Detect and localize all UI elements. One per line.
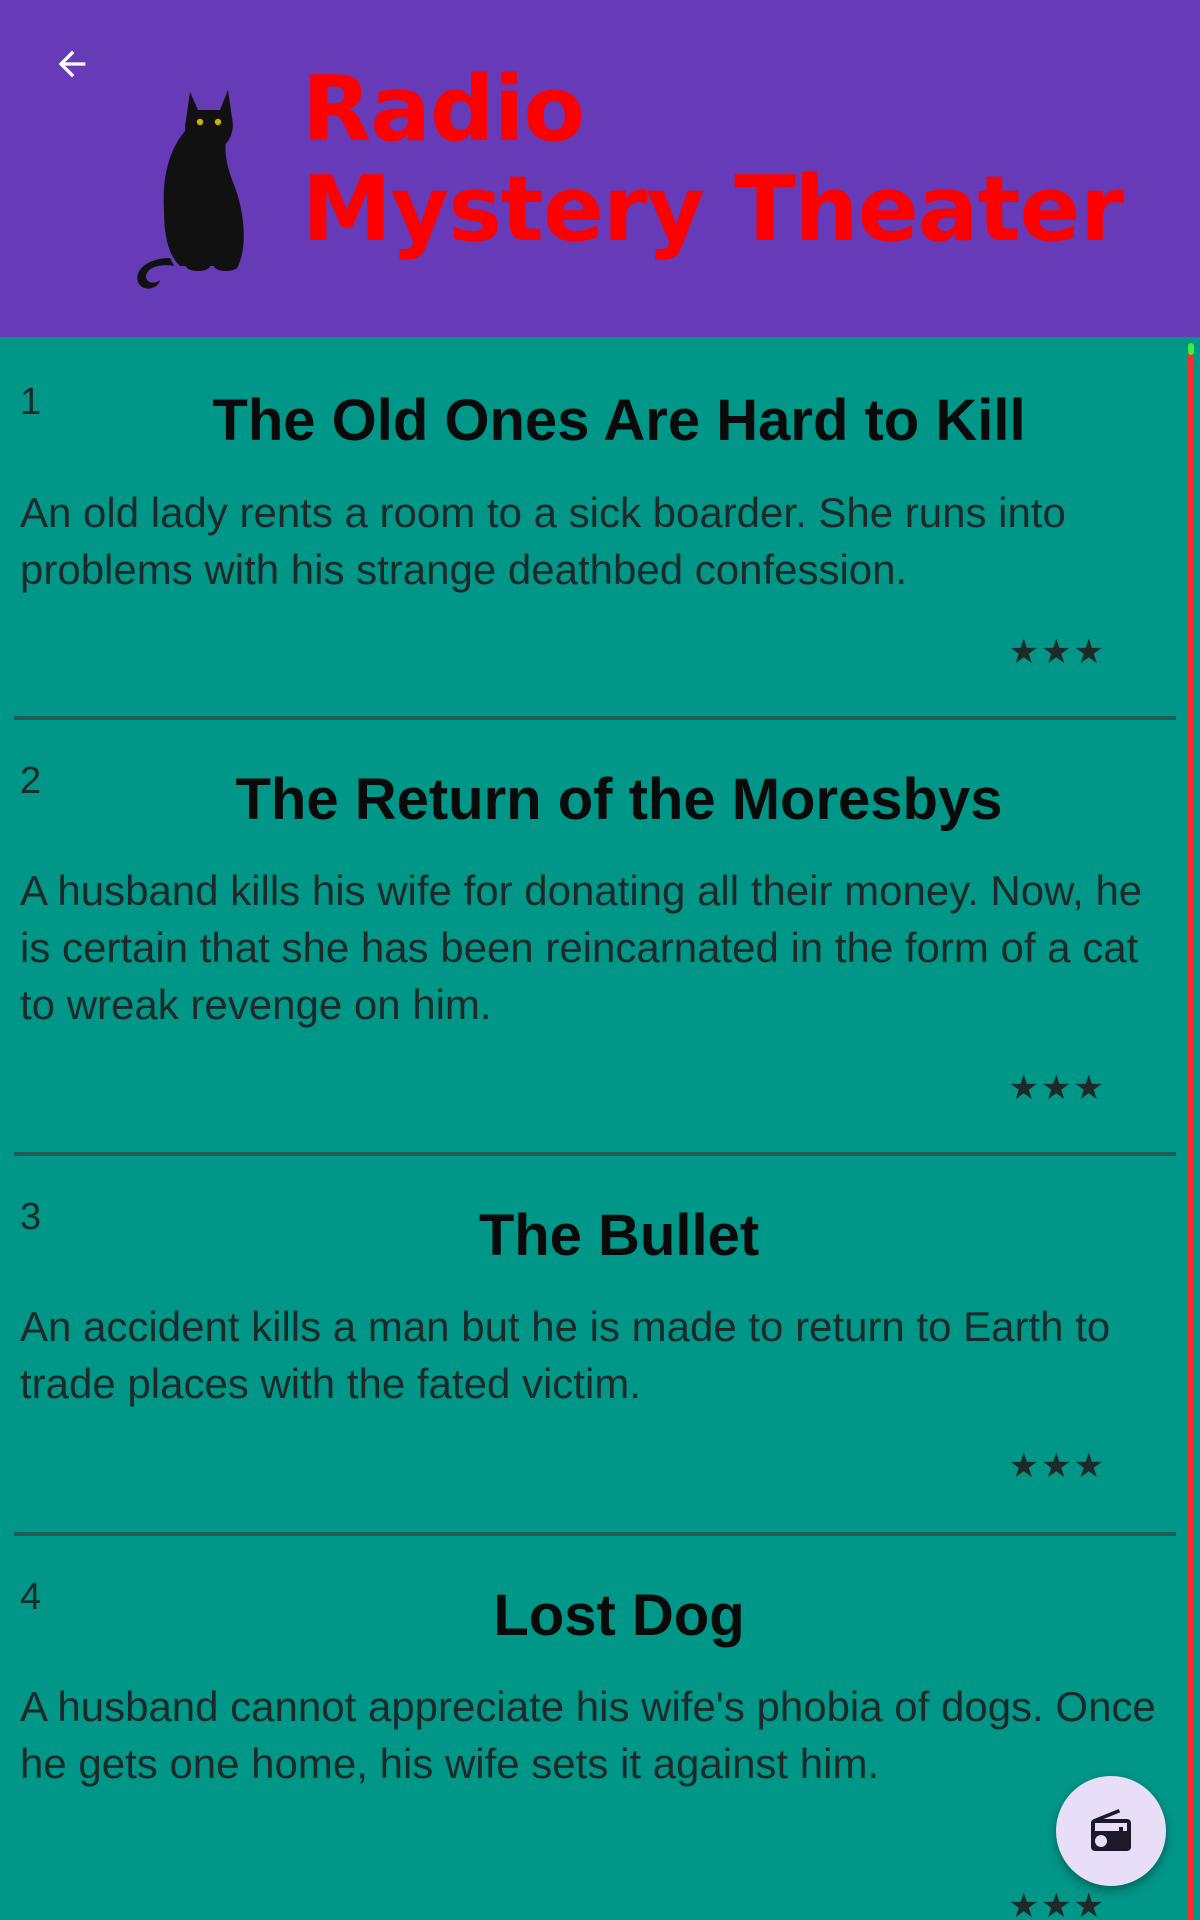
episode-title: The Bullet [478,1203,760,1268]
episode-list-screen: Radio Mystery Theater 1 The Old Ones Are… [0,0,1200,1920]
episode-list: 1 The Old Ones Are Hard to Kill An old l… [0,337,1190,1920]
radio-icon [1091,1809,1131,1851]
episode-description: An old lady rents a room to a sick board… [20,489,1066,593]
app-title: Radio Mystery Theater [302,57,1124,262]
black-cat-logo [137,90,244,289]
scrollbar-track[interactable] [1188,343,1194,1920]
episode-title: The Return of the Moresbys [235,767,1003,832]
episode-item-4[interactable]: 4 Lost Dog A husband cannot appreciate h… [14,1536,1176,1920]
radio-fab-button[interactable] [1056,1776,1166,1886]
episode-title: The Old Ones Are Hard to Kill [212,388,1026,453]
app-title-line-2: Mystery Theater [302,157,1124,262]
back-button[interactable] [36,28,108,100]
app-bar: Radio Mystery Theater [0,0,1200,337]
episode-description: A husband cannot appreciate his wife's p… [20,1683,1156,1787]
episode-rating: ★★★ [1008,1069,1106,1107]
episode-title: Lost Dog [493,1583,745,1648]
episode-rating: ★★★ [1008,633,1106,671]
scrollbar-thumb[interactable] [1188,343,1194,355]
episode-rating: ★★★ [1008,1887,1106,1920]
episode-description: A husband kills his wife for donating al… [20,867,1143,1028]
episode-rating: ★★★ [1008,1447,1106,1485]
arrow-back-icon [58,50,86,78]
episode-item-1[interactable]: 1 The Old Ones Are Hard to Kill An old l… [14,337,1176,720]
episode-item-3[interactable]: 3 The Bullet An accident kills a man but… [14,1156,1176,1536]
episode-description: An accident kills a man but he is made t… [20,1303,1111,1407]
app-title-line-1: Radio [302,57,585,162]
episode-item-2[interactable]: 2 The Return of the Moresbys A husband k… [14,720,1176,1156]
